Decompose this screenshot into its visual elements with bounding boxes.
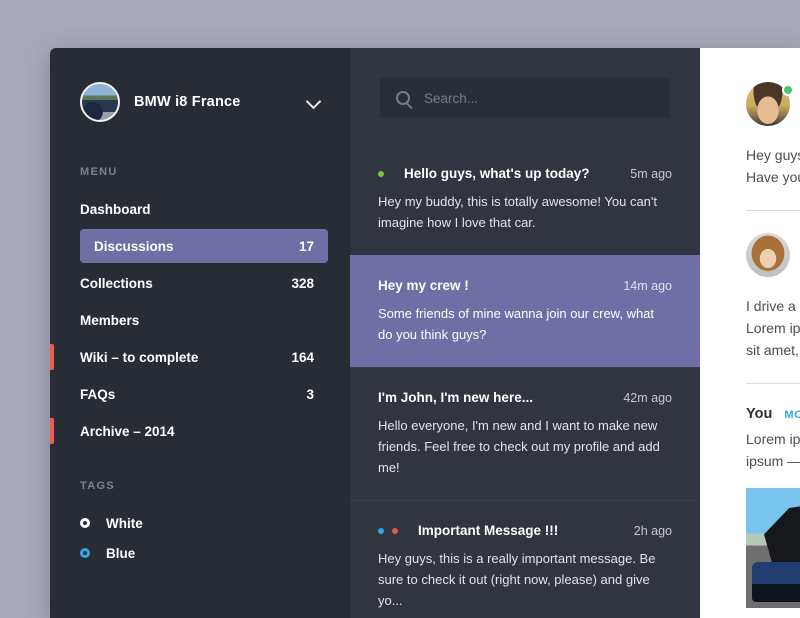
- user-avatar-female[interactable]: [746, 233, 790, 277]
- message-timestamp: 42m ago: [623, 391, 672, 405]
- tag-color-dot-icon: [80, 548, 90, 558]
- message-list: Hello guys, what's up today? 5m ago Hey my…: [350, 144, 700, 618]
- sidebar-item-label: Collections: [80, 276, 291, 291]
- menu-section-label: MENU: [50, 166, 350, 178]
- message-header: Important Message !!! 2h ago: [378, 523, 672, 538]
- tag-label: Blue: [106, 546, 135, 561]
- message-list-item[interactable]: Important Message !!! 2h ago Hey guys, thi…: [350, 500, 700, 618]
- own-post-author: You: [746, 406, 772, 422]
- discussion-list-column: Search... Hello guys, what's up today? 5m…: [350, 48, 700, 618]
- sidebar-item-label: Members: [80, 313, 314, 328]
- unread-marker: [50, 344, 54, 370]
- own-post-badge: MO: [784, 409, 800, 421]
- message-preview: Hey my buddy, this is totally awesome! Y…: [378, 191, 672, 233]
- search-wrapper: Search...: [350, 48, 700, 118]
- message-title: I'm John, I'm new here...: [378, 390, 613, 405]
- message-tag-dot-green-icon: [378, 171, 384, 177]
- thread-text-line: ipsum —: [746, 450, 800, 472]
- sidebar-item-label: Wiki – to complete: [80, 350, 291, 365]
- message-tag-dot-blue-icon: [378, 528, 384, 534]
- thread-post: I drive aLorem ipsit amet,: [746, 233, 800, 384]
- message-title: Hey my crew !: [378, 278, 613, 293]
- sidebar-nav: DashboardDiscussions17Collections328Memb…: [50, 192, 350, 448]
- search-input[interactable]: Search...: [380, 78, 670, 118]
- sidebar-item-label: Dashboard: [80, 202, 314, 217]
- thread-post: Hey guysHave you: [746, 82, 800, 211]
- thread-text-line: Hey guys: [746, 144, 800, 166]
- chevron-down-icon[interactable]: [306, 94, 322, 110]
- sidebar-item-count: 328: [291, 276, 314, 291]
- search-placeholder: Search...: [424, 91, 478, 106]
- sidebar-item-dashboard[interactable]: Dashboard: [80, 192, 328, 226]
- avatar-image: [746, 233, 790, 277]
- sidebar-item-wiki-to-complete[interactable]: Wiki – to complete164: [80, 340, 328, 374]
- sidebar-item-count: 17: [299, 239, 314, 254]
- message-timestamp: 14m ago: [623, 279, 672, 293]
- thread-text-line: sit amet,: [746, 339, 800, 361]
- thread-panel: Hey guysHave youI drive aLorem ipsit ame…: [700, 48, 800, 618]
- message-list-item[interactable]: Hello guys, what's up today? 5m ago Hey my…: [350, 144, 700, 255]
- message-tag-dots: [378, 171, 392, 177]
- sidebar-item-faqs[interactable]: FAQs3: [80, 377, 328, 411]
- workspace-switcher[interactable]: BMW i8 France: [50, 76, 350, 128]
- thread-divider: [746, 383, 800, 384]
- message-header: Hey my crew ! 14m ago: [378, 278, 672, 293]
- workspace-name: BMW i8 France: [134, 94, 306, 110]
- message-preview: Hello everyone, I'm new and I want to ma…: [378, 415, 672, 478]
- message-preview: Some friends of mine wanna join our crew…: [378, 303, 672, 345]
- thread-text-line: Have you: [746, 166, 800, 188]
- message-list-item[interactable]: Hey my crew ! 14m ago Some friends of mine…: [350, 255, 700, 367]
- sidebar-item-archive-2014[interactable]: Archive – 2014: [80, 414, 328, 448]
- message-timestamp: 5m ago: [630, 167, 672, 181]
- search-icon: [396, 91, 410, 105]
- car-avatar-icon: [80, 82, 120, 122]
- online-status-indicator: [782, 84, 794, 96]
- tag-color-dot-icon: [80, 518, 90, 528]
- app-window: BMW i8 France MENU DashboardDiscussions1…: [50, 48, 800, 618]
- own-post-header: You MO: [746, 406, 800, 422]
- tags-section-label: TAGS: [50, 480, 350, 492]
- message-header: Hello guys, what's up today? 5m ago: [378, 166, 672, 181]
- sidebar-item-count: 164: [291, 350, 314, 365]
- sidebar-item-label: Archive – 2014: [80, 424, 314, 439]
- thread-divider: [746, 210, 800, 211]
- tag-item-white[interactable]: White: [50, 508, 350, 538]
- thread-text-line: Lorem ip: [746, 317, 800, 339]
- sidebar-item-count: 3: [306, 387, 314, 402]
- sidebar-item-discussions[interactable]: Discussions17: [80, 229, 328, 263]
- sidebar-item-collections[interactable]: Collections328: [80, 266, 328, 300]
- thread-post-own: You MO Lorem ipipsum —: [746, 406, 800, 608]
- thread-text-line: Lorem ip: [746, 428, 800, 450]
- sidebar-tags: White Blue: [50, 508, 350, 568]
- user-avatar-male[interactable]: [746, 82, 790, 126]
- sidebar-item-label: FAQs: [80, 387, 306, 402]
- message-tag-dots: [378, 528, 406, 534]
- sidebar: BMW i8 France MENU DashboardDiscussions1…: [50, 48, 350, 618]
- message-list-item[interactable]: I'm John, I'm new here... 42m ago Hello ev…: [350, 367, 700, 500]
- thread-posts: Hey guysHave youI drive aLorem ipsit ame…: [746, 82, 800, 608]
- sidebar-item-label: Discussions: [94, 239, 299, 254]
- tag-item-blue[interactable]: Blue: [50, 538, 350, 568]
- message-tag-dot-red-icon: [392, 528, 398, 534]
- sidebar-item-members[interactable]: Members: [80, 303, 328, 337]
- unread-marker: [50, 418, 54, 444]
- tag-label: White: [106, 516, 143, 531]
- message-timestamp: 2h ago: [634, 524, 672, 538]
- car-photo-icon[interactable]: [746, 488, 800, 608]
- message-header: I'm John, I'm new here... 42m ago: [378, 390, 672, 405]
- message-title: Important Message !!!: [418, 523, 624, 538]
- message-title: Hello guys, what's up today?: [404, 166, 620, 181]
- message-preview: Hey guys, this is a really important mes…: [378, 548, 672, 611]
- thread-text-line: I drive a: [746, 295, 800, 317]
